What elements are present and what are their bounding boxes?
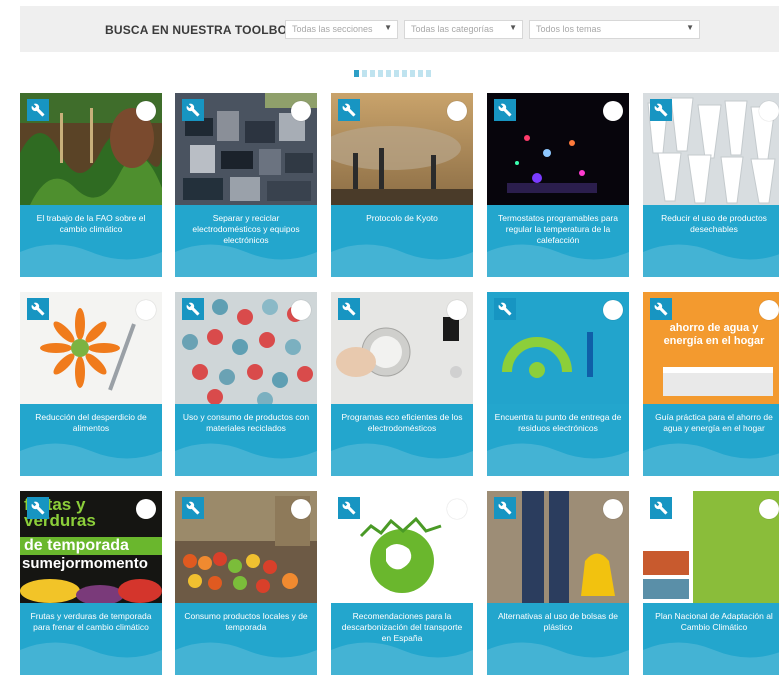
favorite-toggle[interactable] [136, 499, 156, 519]
card-title: Protocolo de Kyoto [366, 213, 438, 223]
wrench-icon [27, 99, 49, 121]
favorite-toggle[interactable] [291, 499, 311, 519]
pagination-dot[interactable] [426, 70, 431, 77]
wrench-icon [182, 298, 204, 320]
wrench-icon [27, 298, 49, 320]
toolbox-search-bar: BUSCA EN NUESTRA TOOLBOX Todas las secci… [20, 6, 779, 52]
pagination-dot[interactable] [370, 70, 375, 77]
card-title: Frutas y verduras de temporada para fren… [30, 611, 152, 632]
toolbox-card[interactable]: Reducción del desperdicio de alimentos [20, 292, 162, 476]
favorite-toggle[interactable] [447, 499, 467, 519]
favorite-toggle[interactable] [603, 101, 623, 121]
wrench-icon [338, 99, 360, 121]
favorite-toggle[interactable] [136, 101, 156, 121]
toolbox-card[interactable]: Encuentra tu punto de entrega de residuo… [487, 292, 629, 476]
toolbox-card[interactable]: Uso y consumo de productos con materiale… [175, 292, 317, 476]
wrench-icon [338, 298, 360, 320]
chevron-down-icon: ▼ [686, 23, 694, 32]
pagination-dot[interactable] [362, 70, 367, 77]
card-title: Programas eco eficientes de los electrod… [341, 412, 463, 433]
wrench-icon [27, 497, 49, 519]
carousel-pagination [354, 70, 431, 77]
toolbox-card[interactable]: El trabajo de la FAO sobre el cambio cli… [20, 93, 162, 277]
toolbox-card[interactable]: Programas eco eficientes de los electrod… [331, 292, 473, 476]
wrench-icon [182, 99, 204, 121]
search-label: BUSCA EN NUESTRA TOOLBOX [105, 23, 296, 37]
wrench-icon [338, 497, 360, 519]
chevron-down-icon: ▼ [509, 23, 517, 32]
cover-text: sumejormomento [22, 555, 148, 572]
favorite-toggle[interactable] [759, 499, 779, 519]
card-title: Uso y consumo de productos con materiale… [182, 412, 310, 433]
pagination-dot[interactable] [394, 70, 399, 77]
wrench-icon [494, 497, 516, 519]
toolbox-card[interactable]: ahorro de agua y energía en el hogar Guí… [643, 292, 779, 476]
wrench-icon [182, 497, 204, 519]
pagination-dot[interactable] [386, 70, 391, 77]
chevron-down-icon: ▼ [384, 23, 392, 32]
favorite-toggle[interactable] [759, 101, 779, 121]
pagination-dot[interactable] [402, 70, 407, 77]
card-title: Separar y reciclar electrodomésticos y e… [192, 213, 300, 245]
card-title: Guía práctica para el ahorro de agua y e… [655, 412, 773, 433]
favorite-toggle[interactable] [447, 300, 467, 320]
cover-text: ahorro de agua y energía en el hogar [663, 322, 765, 347]
favorite-toggle[interactable] [603, 499, 623, 519]
wave-decoration [175, 443, 317, 476]
toolbox-card[interactable]: Protocolo de Kyoto [331, 93, 473, 277]
toolbox-card[interactable]: Termostatos programables para regular la… [487, 93, 629, 277]
wave-decoration [331, 244, 473, 277]
card-title: Reducir el uso de productos desechables [661, 213, 767, 234]
category-select[interactable]: Todas las categorías ▼ [404, 20, 523, 39]
wrench-icon [494, 99, 516, 121]
wrench-icon [650, 497, 672, 519]
toolbox-card[interactable]: frutas y verduras de temporada sumejormom… [20, 491, 162, 675]
wave-decoration [643, 642, 779, 675]
wave-decoration [643, 244, 779, 277]
toolbox-card[interactable]: Plan Nacional de Adaptación al Cambio Cl… [643, 491, 779, 675]
wrench-icon [494, 298, 516, 320]
toolbox-card[interactable]: Alternativas al uso de bolsas de plástic… [487, 491, 629, 675]
pagination-dot[interactable] [410, 70, 415, 77]
favorite-toggle[interactable] [759, 300, 779, 320]
pagination-dot[interactable] [418, 70, 423, 77]
toolbox-card[interactable]: Reducir el uso de productos desechables [643, 93, 779, 277]
topic-select[interactable]: Todos los temas ▼ [529, 20, 700, 39]
card-title: Encuentra tu punto de entrega de residuo… [494, 412, 622, 433]
card-title: Reducción del desperdicio de alimentos [35, 412, 147, 433]
card-title: El trabajo de la FAO sobre el cambio cli… [36, 213, 146, 234]
wave-decoration [643, 443, 779, 476]
favorite-toggle[interactable] [447, 101, 467, 121]
favorite-toggle[interactable] [136, 300, 156, 320]
toolbox-card[interactable]: Consumo productos locales y de temporada [175, 491, 317, 675]
wave-decoration [20, 244, 162, 277]
wrench-icon [650, 99, 672, 121]
wave-decoration [487, 443, 629, 476]
cover-text: de temporada [24, 537, 129, 554]
toolbox-card[interactable]: Separar y reciclar electrodomésticos y e… [175, 93, 317, 277]
card-title: Termostatos programables para regular la… [497, 213, 618, 245]
wave-decoration [20, 443, 162, 476]
favorite-toggle[interactable] [603, 300, 623, 320]
pagination-dot[interactable] [378, 70, 383, 77]
card-title: Recomendaciones para la descarbonización… [341, 611, 463, 643]
card-title: Consumo productos locales y de temporada [184, 611, 308, 632]
wave-decoration [487, 642, 629, 675]
wave-decoration [20, 642, 162, 675]
favorite-toggle[interactable] [291, 101, 311, 121]
toolbox-card[interactable]: Recomendaciones para la descarbonización… [331, 491, 473, 675]
wave-decoration [331, 443, 473, 476]
wave-decoration [175, 642, 317, 675]
pagination-dot[interactable] [354, 70, 359, 77]
section-select[interactable]: Todas las secciones ▼ [285, 20, 398, 39]
card-title: Alternativas al uso de bolsas de plástic… [497, 611, 619, 632]
card-title: Plan Nacional de Adaptación al Cambio Cl… [655, 611, 773, 632]
wrench-icon [650, 298, 672, 320]
favorite-toggle[interactable] [291, 300, 311, 320]
